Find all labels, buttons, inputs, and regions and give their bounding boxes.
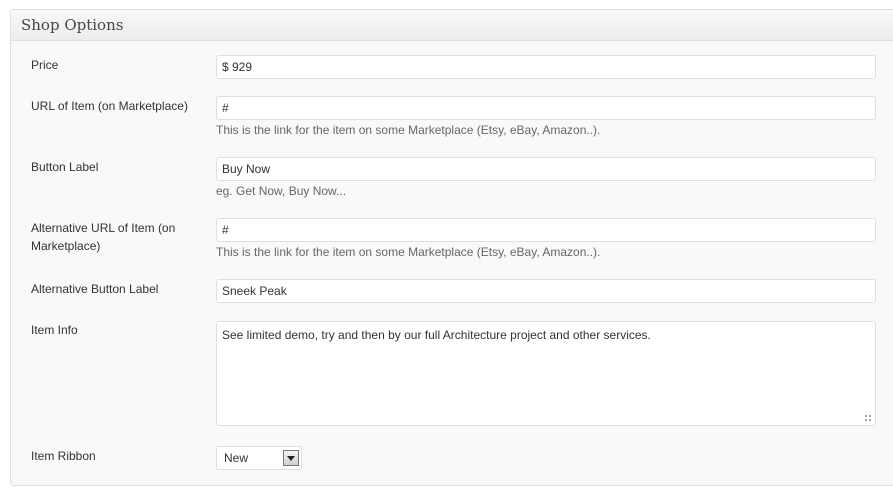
alt-button-label-label: Alternative Button Label (31, 282, 159, 296)
url-input[interactable]: # (216, 96, 876, 120)
alt-url-hint: This is the link for the item on some Ma… (216, 245, 601, 259)
alt-url-label-line2: Marketplace) (31, 239, 101, 253)
button-label-label: Button Label (31, 160, 99, 174)
alt-url-label: Alternative URL of Item (on Marketplace) (31, 219, 175, 255)
button-label-input[interactable]: Buy Now (216, 157, 876, 181)
alt-button-label-input[interactable]: Sneek Peak (216, 279, 876, 303)
resize-grip-icon[interactable] (864, 414, 872, 422)
price-input[interactable]: $ 929 (216, 55, 876, 79)
panel-header[interactable]: Shop Options (11, 10, 893, 41)
url-hint: This is the link for the item on some Ma… (216, 123, 601, 137)
chevron-down-icon[interactable] (283, 450, 299, 466)
item-info-textarea[interactable]: See limited demo, try and then by our fu… (216, 321, 876, 426)
panel-title: Shop Options (21, 16, 124, 34)
item-info-label: Item Info (31, 323, 78, 337)
url-label: URL of Item (on Marketplace) (31, 99, 188, 113)
item-ribbon-label: Item Ribbon (31, 449, 96, 463)
item-ribbon-select[interactable]: New (216, 446, 302, 470)
shop-options-panel: Shop Options Price $ 929 URL of Item (on… (10, 9, 893, 486)
item-ribbon-value: New (224, 451, 249, 465)
item-info-text: See limited demo, try and then by our fu… (222, 328, 651, 342)
price-label: Price (31, 58, 59, 72)
button-label-hint: eg. Get Now, Buy Now... (216, 184, 347, 198)
alt-url-label-line1: Alternative URL of Item (on (31, 221, 176, 235)
alt-url-input[interactable]: # (216, 218, 876, 242)
